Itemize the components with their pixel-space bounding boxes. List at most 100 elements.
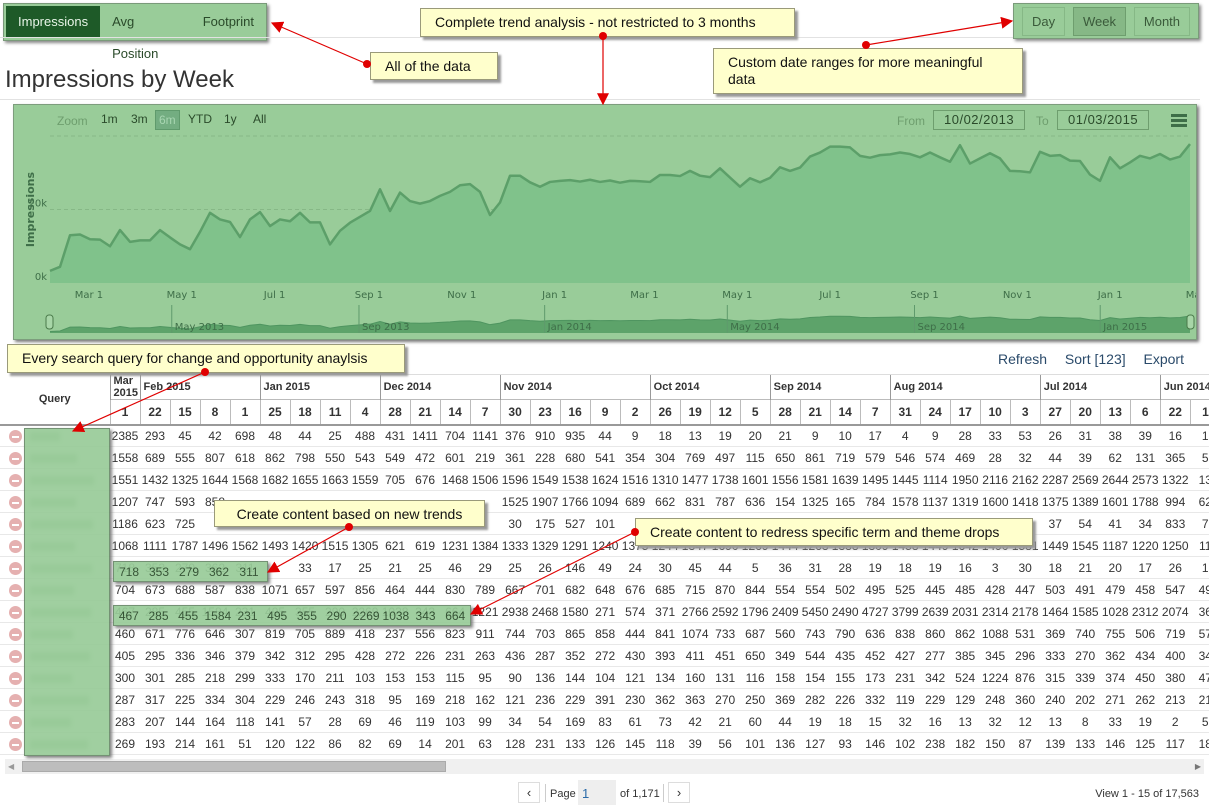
week-header[interactable]: 9 [589, 399, 621, 426]
week-header[interactable]: 13 [1099, 399, 1131, 426]
value-cell: 1329 [530, 534, 561, 557]
tab-footprint[interactable]: Footprint [191, 6, 266, 38]
remove-icon[interactable] [9, 539, 22, 553]
scrollbar-thumb[interactable] [22, 761, 446, 772]
week-header[interactable]: 28 [379, 399, 411, 426]
value-cell: 1322 [1160, 468, 1191, 491]
remove-icon[interactable] [9, 605, 22, 619]
day-button[interactable]: Day [1021, 6, 1066, 36]
value-cell: 101 [740, 732, 771, 755]
value-cell: 45 [680, 556, 711, 579]
week-header[interactable]: 17 [949, 399, 981, 426]
week-header[interactable]: 7 [469, 399, 501, 426]
week-header[interactable]: 14 [829, 399, 861, 426]
remove-icon[interactable] [9, 715, 22, 729]
x-tick-label: Mar 1 [1186, 290, 1196, 301]
value-cell: 1788 [1130, 490, 1161, 513]
week-header[interactable]: 6 [1129, 399, 1161, 426]
highlighted-value: 2269 [352, 608, 380, 623]
value-cell: 1186 [110, 512, 140, 535]
remove-icon[interactable] [9, 693, 22, 707]
value-cell: 238 [920, 732, 951, 755]
value-cell: 153 [380, 666, 411, 689]
week-header[interactable]: 1 [109, 399, 140, 426]
remove-icon[interactable] [9, 737, 22, 751]
value-cell: 1907 [530, 490, 561, 513]
value-cell: 648 [590, 578, 621, 601]
week-header[interactable]: 22 [1159, 399, 1191, 426]
week-header[interactable]: 27 [1039, 399, 1071, 426]
tab-impressions[interactable]: Impressions [6, 6, 101, 38]
remove-icon[interactable] [9, 561, 22, 575]
remove-icon[interactable] [9, 649, 22, 663]
week-header[interactable]: 23 [529, 399, 561, 426]
remove-icon[interactable] [9, 583, 22, 597]
week-header[interactable]: 24 [919, 399, 951, 426]
value-cell: 141 [260, 710, 291, 733]
refresh-link[interactable]: Refresh [998, 351, 1047, 367]
week-header[interactable]: 10 [979, 399, 1011, 426]
query-header[interactable]: Query [0, 374, 110, 426]
week-button[interactable]: Week [1072, 6, 1126, 36]
horizontal-scrollbar[interactable]: ◀ ▶ [5, 759, 1204, 774]
week-header[interactable]: 14 [439, 399, 471, 426]
remove-icon[interactable] [9, 495, 22, 509]
sort-link[interactable]: Sort [123] [1065, 351, 1126, 367]
week-header[interactable]: 25 [259, 399, 291, 426]
tab-avg-position[interactable]: Avg Position [100, 6, 191, 61]
week-header[interactable]: 18 [289, 399, 321, 426]
week-header[interactable]: 26 [649, 399, 681, 426]
week-header[interactable]: 20 [1069, 399, 1101, 426]
week-header[interactable]: 22 [139, 399, 170, 426]
week-header[interactable]: 21 [799, 399, 831, 426]
value-cell: 17 [860, 424, 891, 447]
remove-icon[interactable] [9, 473, 22, 487]
export-link[interactable]: Export [1144, 351, 1184, 367]
week-header[interactable]: 31 [889, 399, 921, 426]
week-header[interactable]: 1 [1189, 399, 1209, 426]
value-cell: 315 [1040, 666, 1071, 689]
month-button[interactable]: Month [1133, 6, 1191, 36]
chevron-right-icon[interactable]: › [668, 782, 690, 803]
value-cell: 32 [980, 710, 1011, 733]
value-cell: 1114 [920, 468, 951, 491]
highlighted-value: 467 [118, 608, 139, 623]
value-cell: 115 [440, 666, 471, 689]
week-header[interactable]: 5 [739, 399, 771, 426]
week-header[interactable]: 16 [559, 399, 591, 426]
remove-icon[interactable] [9, 429, 22, 443]
week-header[interactable]: 2 [619, 399, 651, 426]
value-cell: 380 [1160, 666, 1191, 689]
x-tick-label: Jul 1 [818, 290, 841, 301]
week-header[interactable]: 19 [679, 399, 711, 426]
value-cell: 161 [200, 732, 230, 755]
week-header[interactable]: 1 [229, 399, 261, 426]
remove-icon[interactable] [9, 627, 22, 641]
value-cell: 146 [1100, 732, 1131, 755]
value-cell: 21 [1190, 688, 1209, 711]
week-header[interactable]: 3 [1009, 399, 1041, 426]
week-header[interactable]: 7 [859, 399, 891, 426]
week-header[interactable]: 21 [409, 399, 441, 426]
week-header[interactable]: 8 [199, 399, 230, 426]
scroll-left-arrow-icon[interactable]: ◀ [8, 762, 14, 771]
value-cell: 26 [530, 556, 561, 579]
week-header[interactable]: 11 [319, 399, 351, 426]
week-header[interactable]: 12 [709, 399, 741, 426]
arrow-all-data [270, 21, 368, 65]
remove-icon[interactable] [9, 451, 22, 465]
week-header[interactable]: 15 [169, 399, 200, 426]
week-header[interactable]: 4 [349, 399, 381, 426]
remove-icon[interactable] [9, 671, 22, 685]
value-cell: 103 [350, 666, 381, 689]
remove-icon[interactable] [9, 517, 22, 531]
week-header[interactable]: 30 [499, 399, 531, 426]
chevron-left-icon[interactable]: ‹ [518, 782, 540, 803]
value-cell: 385 [950, 644, 981, 667]
value-cell: 574 [920, 446, 951, 469]
value-cell: 229 [560, 688, 591, 711]
value-cell: 213 [1160, 688, 1191, 711]
page-input[interactable]: 1 [578, 780, 616, 805]
scroll-right-arrow-icon[interactable]: ▶ [1195, 762, 1201, 771]
week-header[interactable]: 28 [769, 399, 801, 426]
